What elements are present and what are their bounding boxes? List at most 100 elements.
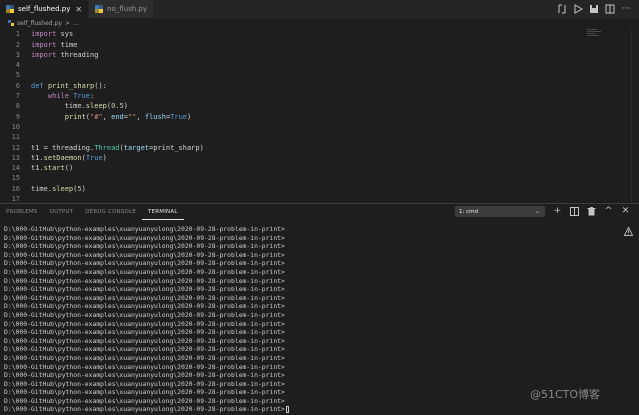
code-line[interactable]: 2 import time <box>0 39 600 50</box>
editor-tab-bar: self_flushed.py ✕ no_flush.py ··· <box>0 0 639 18</box>
code-line[interactable]: 10 <box>0 122 600 133</box>
compare-icon[interactable] <box>557 4 567 14</box>
chevron-down-icon: ⌄ <box>534 208 540 215</box>
terminal-cursor <box>285 405 289 413</box>
split-terminal-icon[interactable] <box>570 205 579 217</box>
terminal-line: D:\000-GitHub\python-examples\xuanyuanyu… <box>4 302 285 311</box>
tab-no-flush[interactable]: no_flush.py <box>89 0 155 18</box>
line-number: 16 <box>11 184 20 193</box>
terminal-select-value: 1: cmd <box>459 208 478 215</box>
python-file-icon <box>8 20 14 26</box>
terminal-line: D:\000-GitHub\python-examples\xuanyuanyu… <box>4 259 285 268</box>
code-text[interactable]: while True: <box>31 92 94 100</box>
watermark: @51CTO博客 <box>530 388 601 401</box>
code-line[interactable]: 4 <box>0 60 600 71</box>
terminal-line: D:\000-GitHub\python-examples\xuanyuanyu… <box>4 310 285 319</box>
code-text[interactable]: import time <box>31 41 77 49</box>
terminal-line: D:\000-GitHub\python-examples\xuanyuanyu… <box>4 353 285 362</box>
breadcrumb-separator: > <box>64 19 70 27</box>
terminal-line: D:\000-GitHub\python-examples\xuanyuanyu… <box>4 345 285 354</box>
line-number: 11 <box>11 133 20 142</box>
terminal-line: D:\000-GitHub\python-examples\xuanyuanyu… <box>4 242 285 251</box>
terminal-line: D:\000-GitHub\python-examples\xuanyuanyu… <box>4 233 285 242</box>
maximize-icon[interactable]: ^ <box>604 205 613 217</box>
line-number: 9 <box>15 112 20 121</box>
line-number: 8 <box>15 102 20 111</box>
terminal-line: D:\000-GitHub\python-examples\xuanyuanyu… <box>4 285 285 294</box>
code-line[interactable]: 3 import threading <box>0 50 600 61</box>
code-text[interactable]: t1 = threading.Thread(target=print_sharp… <box>31 144 204 152</box>
terminal-line: D:\000-GitHub\python-examples\xuanyuanyu… <box>4 328 285 337</box>
terminal-line: D:\000-GitHub\python-examples\xuanyuanyu… <box>4 319 285 328</box>
terminal-line: D:\000-GitHub\python-examples\xuanyuanyu… <box>4 293 285 302</box>
line-number: 2 <box>15 40 20 49</box>
code-line[interactable]: 11 <box>0 132 600 143</box>
tab-problems[interactable]: PROBLEMS <box>0 204 44 220</box>
add-terminal-icon[interactable]: + <box>553 205 562 217</box>
code-text[interactable]: def print_sharp(): <box>31 82 107 90</box>
run-icon[interactable] <box>573 4 583 14</box>
close-panel-icon[interactable]: ✕ <box>621 205 630 217</box>
code-line[interactable]: 14 t1.start() <box>0 163 600 174</box>
line-number: 3 <box>15 50 20 59</box>
tab-terminal[interactable]: TERMINAL <box>142 204 184 220</box>
line-number: 13 <box>11 153 20 162</box>
editor-scrollbar[interactable] <box>631 29 639 203</box>
line-number: 5 <box>15 71 20 80</box>
save-icon[interactable] <box>589 4 599 14</box>
code-text[interactable]: import sys <box>31 30 73 38</box>
code-text[interactable]: t1.start() <box>31 164 73 172</box>
terminal-line: D:\000-GitHub\python-examples\xuanyuanyu… <box>4 276 285 285</box>
editor-actions: ··· <box>557 0 639 18</box>
tab-output[interactable]: OUTPUT <box>44 204 80 220</box>
line-number: 12 <box>11 143 20 152</box>
terminal-select[interactable]: 1: cmd ⌄ <box>455 206 545 217</box>
code-text[interactable]: time.sleep(0.5) <box>31 102 128 110</box>
code-line[interactable]: 6 def print_sharp(): <box>0 81 600 92</box>
terminal-line: D:\000-GitHub\python-examples\xuanyuanyu… <box>4 336 285 345</box>
line-number: 7 <box>15 92 20 101</box>
terminal-line: D:\000-GitHub\python-examples\xuanyuanyu… <box>4 405 624 414</box>
code-editor[interactable]: 1 import sys 2 import time 3 import threading… <box>0 29 639 203</box>
python-file-icon <box>6 5 14 13</box>
code-line[interactable]: 12 t1 = threading.Thread(target=print_sha… <box>0 142 600 153</box>
code-text[interactable]: time.sleep(5) <box>31 185 86 193</box>
more-icon[interactable]: ··· <box>621 4 631 14</box>
code-text[interactable]: print("#", end="", flush=True) <box>31 113 192 121</box>
line-number: 1 <box>15 30 20 39</box>
line-number: 6 <box>15 81 20 90</box>
warning-icon[interactable] <box>624 227 633 236</box>
code-line[interactable]: 16 time.sleep(5) <box>0 184 600 195</box>
close-icon[interactable]: ✕ <box>75 5 82 14</box>
tab-label: self_flushed.py <box>18 5 71 13</box>
terminal-line: D:\000-GitHub\python-examples\xuanyuanyu… <box>4 225 285 233</box>
terminal-line: D:\000-GitHub\python-examples\xuanyuanyu… <box>4 267 285 276</box>
split-editor-icon[interactable] <box>605 4 615 14</box>
breadcrumb: self_flushed.py > ... <box>0 18 639 28</box>
line-number: 15 <box>11 174 20 183</box>
code-line[interactable]: 1 import sys <box>0 29 600 40</box>
code-text[interactable]: t1.setDaemon(True) <box>31 154 107 162</box>
code-line[interactable]: 8 time.sleep(0.5) <box>0 101 600 112</box>
python-file-icon <box>95 5 104 13</box>
panel-actions: + ^ ✕ <box>553 205 630 217</box>
tab-self-flushed[interactable]: self_flushed.py ✕ <box>0 0 90 18</box>
line-number: 10 <box>11 122 20 131</box>
terminal-line: D:\000-GitHub\python-examples\xuanyuanyu… <box>4 250 285 259</box>
code-text[interactable]: import threading <box>31 51 98 59</box>
line-number: 17 <box>11 195 20 204</box>
terminal-line: D:\000-GitHub\python-examples\xuanyuanyu… <box>4 362 285 371</box>
trash-icon[interactable] <box>587 205 596 217</box>
breadcrumb-rest[interactable]: ... <box>73 20 79 27</box>
code-line[interactable]: 9 print("#", end="", flush=True) <box>0 111 600 122</box>
code-line[interactable]: 5 <box>0 70 600 81</box>
code-line[interactable]: 15 <box>0 173 600 184</box>
tab-label: no_flush.py <box>107 5 148 13</box>
terminal-line: D:\000-GitHub\python-examples\xuanyuanyu… <box>4 371 285 380</box>
line-number: 4 <box>15 61 20 70</box>
tab-debug-console[interactable]: DEBUG CONSOLE <box>79 204 142 220</box>
code-line[interactable]: 13 t1.setDaemon(True) <box>0 153 600 164</box>
line-number: 14 <box>11 164 20 173</box>
breadcrumb-file[interactable]: self_flushed.py <box>17 20 62 27</box>
code-line[interactable]: 7 while True: <box>0 91 600 102</box>
